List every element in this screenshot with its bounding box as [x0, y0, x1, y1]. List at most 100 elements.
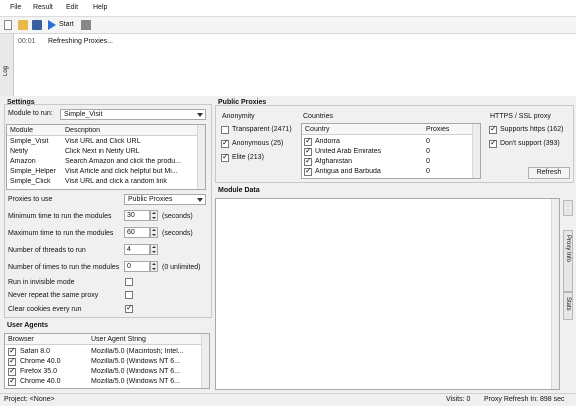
user-agent-checkbox[interactable] [8, 356, 16, 366]
countries-title: Countries [303, 113, 333, 120]
proxies-select[interactable]: Public Proxies [124, 194, 206, 205]
side-tab-pin[interactable] [563, 200, 573, 216]
module-data-scrollbar[interactable] [551, 199, 559, 389]
user-agent-checkbox[interactable] [8, 346, 16, 356]
invisible-label: Run in invisible mode [8, 279, 75, 286]
module-name[interactable]: Amazon [10, 158, 62, 165]
status-project: Project: <None> [4, 396, 55, 403]
column-user-agent[interactable]: User Agent String [91, 336, 146, 343]
module-description[interactable]: Visit URL and click a random link [65, 178, 195, 185]
country-name[interactable]: United Arab Emirates [315, 148, 420, 155]
module-name[interactable]: Netify [10, 148, 62, 155]
https-dont-support-checkbox[interactable] [489, 138, 497, 148]
side-tab-stats-label: Stats [565, 297, 571, 311]
country-proxies: 0 [426, 158, 430, 165]
module-name[interactable]: Simple_Click [10, 178, 62, 185]
toolbar: Start [0, 17, 576, 34]
start-button[interactable]: Start [59, 21, 74, 28]
countries-scrollbar[interactable] [472, 124, 480, 178]
anonymity-checkbox-transparent[interactable] [221, 126, 229, 134]
browser-name[interactable]: Firefox 35.0 [20, 368, 88, 375]
anonymity-label: Transparent (2471) [232, 126, 292, 133]
times-stepper[interactable] [150, 261, 158, 272]
log-message: Refreshing Proxies... [48, 38, 113, 45]
module-description[interactable]: Click Next in Netify URL [65, 148, 195, 155]
browser-name[interactable]: Safari 8.0 [20, 348, 88, 355]
column-proxies[interactable]: Proxies [426, 126, 449, 133]
invisible-checkbox[interactable] [125, 278, 133, 286]
module-description[interactable]: Search Amazon and click the produ... [65, 158, 195, 165]
max-time-stepper[interactable] [150, 227, 158, 238]
https-title: HTTPS / SSL proxy [490, 113, 551, 120]
menu-result[interactable]: Result [33, 4, 53, 11]
browser-name[interactable]: Chrome 40.0 [20, 358, 88, 365]
user-agent-string[interactable]: Mozilla/5.0 (Macintosh; Intel... [91, 348, 199, 355]
countries-table: Country Proxies Andorra 0 United Arab Em… [301, 123, 481, 179]
save-icon[interactable] [32, 20, 42, 30]
times-value: 0 [127, 263, 131, 270]
country-proxies: 0 [426, 138, 430, 145]
anonymity-label: Elite (213) [232, 154, 264, 161]
modules-scrollbar[interactable] [197, 125, 205, 189]
min-time-value: 30 [127, 212, 135, 219]
log-tab-label: Log [3, 66, 9, 77]
https-supports-checkbox[interactable] [489, 124, 497, 134]
anonymity-title: Anonymity [222, 113, 255, 120]
anonymity-checkbox-elite[interactable] [221, 152, 229, 162]
status-proxy-refresh: Proxy Refresh In: 898 sec [484, 396, 565, 403]
country-name[interactable]: Andorra [315, 138, 420, 145]
clear-cookies-checkbox[interactable] [125, 303, 133, 313]
module-select[interactable]: Simple_Visit [60, 109, 206, 120]
country-name[interactable]: Antigua and Barbuda [315, 168, 420, 175]
country-name[interactable]: Afghanistan [315, 158, 420, 165]
refresh-button[interactable]: Refresh [528, 167, 570, 179]
browser-name[interactable]: Chrome 40.0 [20, 378, 88, 385]
threads-value: 4 [127, 246, 131, 253]
log-side-tab[interactable]: Log [0, 34, 14, 96]
menu-edit[interactable]: Edit [66, 4, 78, 11]
threads-input[interactable]: 4 [124, 244, 150, 255]
new-file-icon[interactable] [4, 20, 12, 30]
module-name[interactable]: Simple_Helper [10, 168, 62, 175]
min-time-input[interactable]: 30 [124, 210, 150, 221]
side-tab-proxy-info[interactable]: Proxy Info [563, 230, 573, 292]
module-data-title: Module Data [218, 187, 260, 194]
threads-stepper[interactable] [150, 244, 158, 255]
max-time-input[interactable]: 60 [124, 227, 150, 238]
user-agents-scrollbar[interactable] [201, 334, 209, 388]
country-checkbox[interactable] [304, 146, 312, 156]
side-tab-stats[interactable]: Stats [563, 292, 573, 320]
user-agent-string[interactable]: Mozilla/5.0 (Windows NT 6... [91, 368, 199, 375]
user-agent-checkbox[interactable] [8, 376, 16, 386]
clear-cookies-label: Clear cookies every run [8, 306, 82, 313]
module-name[interactable]: Simple_Visit [10, 138, 62, 145]
column-country[interactable]: Country [305, 126, 330, 133]
user-agent-string[interactable]: Mozilla/5.0 (Windows NT 6... [91, 358, 199, 365]
user-agent-checkbox[interactable] [8, 366, 16, 376]
menu-file[interactable]: File [10, 4, 21, 11]
play-icon[interactable] [48, 20, 56, 30]
times-unit: (0 unlimited) [162, 264, 201, 271]
module-description[interactable]: Visit URL and Click URL [65, 138, 195, 145]
never-repeat-checkbox[interactable] [125, 291, 133, 299]
column-browser[interactable]: Browser [8, 336, 34, 343]
user-agent-string[interactable]: Mozilla/5.0 (Windows NT 6... [91, 378, 199, 385]
threads-label: Number of threads to run [8, 247, 86, 254]
column-description[interactable]: Description [65, 127, 100, 134]
column-module[interactable]: Module [10, 127, 33, 134]
country-checkbox[interactable] [304, 156, 312, 166]
anonymity-checkbox-anonymous[interactable] [221, 138, 229, 148]
country-checkbox[interactable] [304, 136, 312, 146]
country-checkbox[interactable] [304, 166, 312, 176]
menu-help[interactable]: Help [93, 4, 107, 11]
menu-bar: File Result Edit Help [0, 0, 576, 17]
open-folder-icon[interactable] [18, 20, 28, 30]
module-description[interactable]: Visit Article and click helpful but Mi..… [65, 168, 195, 175]
status-visits: Visits: 0 [446, 396, 471, 403]
times-input[interactable]: 0 [124, 261, 150, 272]
module-data-area[interactable] [215, 198, 560, 390]
modules-table: Module Description Simple_Visit Visit UR… [6, 124, 206, 190]
stop-icon[interactable] [81, 20, 91, 30]
min-time-stepper[interactable] [150, 210, 158, 221]
country-proxies: 0 [426, 148, 430, 155]
